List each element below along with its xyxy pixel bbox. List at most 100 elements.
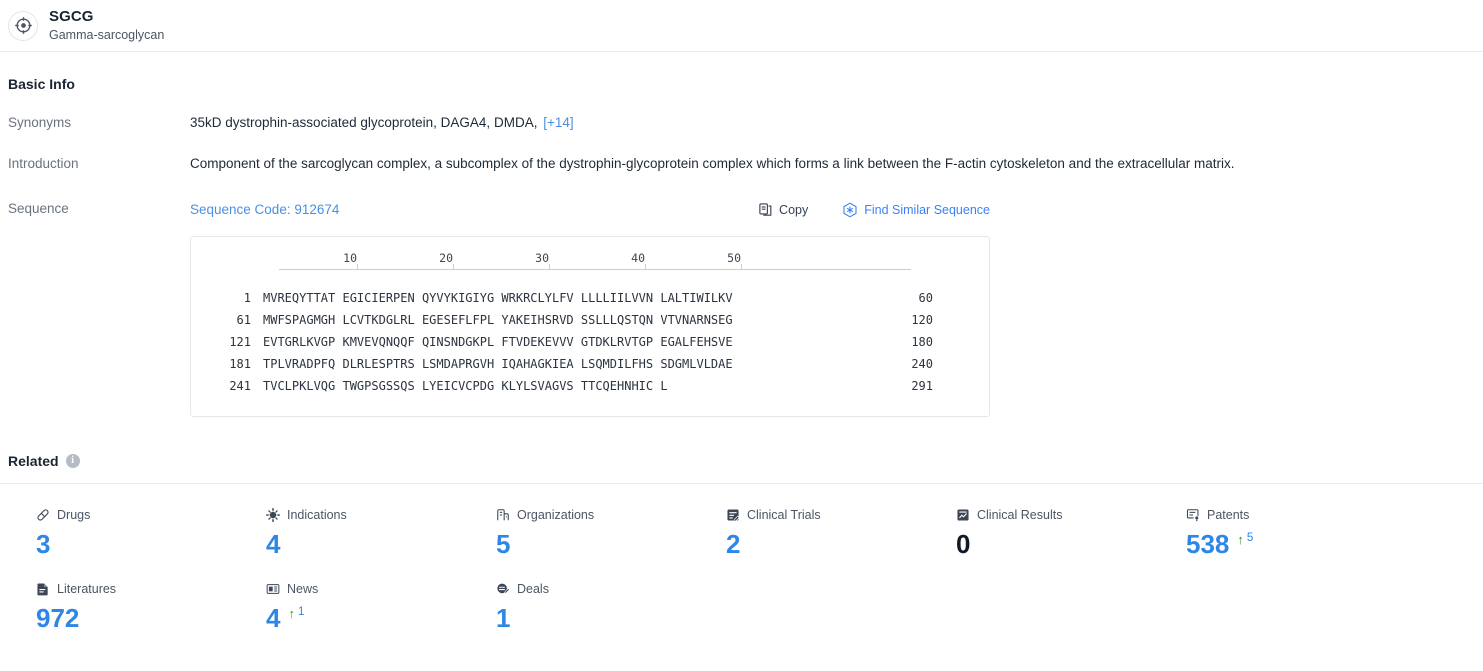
find-similar-sequence-button[interactable]: Find Similar Sequence [842, 202, 990, 218]
introduction-label: Introduction [8, 155, 79, 171]
sequence-line: 241 TVCLPKLVQG TWGPSGSSQS LYEICVCPDG KLY… [191, 379, 989, 401]
clinical-trials-icon [726, 508, 740, 522]
related-section: Related i Drugs 3 Indications 4 Organiza… [0, 453, 1483, 638]
ruler-line [279, 268, 911, 270]
card-value-row: 4 [266, 530, 496, 564]
card-label: Patents [1207, 507, 1250, 522]
sequence-end-index: 240 [911, 356, 933, 371]
find-similar-sequence-icon [842, 202, 858, 218]
sequence-line: 61 MWFSPAGMGH LCVTKDGLRL EGESEFLFPL YAKE… [191, 313, 989, 335]
sequence-start-index: 181 [229, 356, 251, 371]
delta-value: 1 [297, 605, 305, 618]
card-value: 3 [36, 528, 51, 559]
card-label: Deals [517, 581, 549, 596]
sequence-row: Sequence Sequence Code: 912674 Copy Find… [0, 200, 1483, 417]
sequence-box: 10 20 30 40 50 1 MVREQYTTAT EGICIERPEN Q… [190, 235, 990, 417]
card-head: Clinical Trials [726, 506, 956, 524]
basic-info-section: Basic Info Synonyms 35kD dystrophin-asso… [0, 52, 1483, 417]
related-card-literatures[interactable]: Literatures 972 [36, 580, 266, 638]
indications-virus-icon [266, 507, 280, 522]
sequence-toolbar: Sequence Code: 912674 Copy Find Similar … [190, 200, 990, 220]
page-title: SGCG [49, 8, 94, 26]
related-heading: Related [8, 452, 59, 469]
ruler-tick [549, 263, 550, 269]
card-label: Literatures [57, 581, 117, 596]
synonyms-more-link[interactable]: [+14] [543, 115, 573, 130]
card-head: Literatures [36, 580, 266, 598]
card-value: 1 [496, 602, 511, 633]
related-card-patents[interactable]: Patents 538 ↑ 5 [1186, 506, 1416, 564]
ruler-tick [645, 263, 646, 269]
related-card-clinical-trials[interactable]: Clinical Trials 2 [726, 506, 956, 564]
sequence-residues: MWFSPAGMGH LCVTKDGLRL EGESEFLFPL YAKEIHS… [263, 312, 733, 327]
card-value-row: 972 [36, 604, 266, 638]
card-value: 4 [266, 528, 281, 559]
related-grid: Drugs 3 Indications 4 Organizations 5 Cl… [0, 506, 1483, 638]
card-value-row: 1 [496, 604, 726, 638]
related-card-drugs[interactable]: Drugs 3 [36, 506, 266, 564]
ruler-tick-label: 30 [535, 250, 549, 265]
copy-icon [758, 202, 773, 217]
ruler-tick-label: 50 [727, 250, 741, 265]
organizations-icon [496, 508, 510, 522]
sequence-residues: TPLVRADPFQ DLRLESPTRS LSMDAPRGVH IQAHAGK… [263, 356, 733, 371]
card-value-row: 3 [36, 530, 266, 564]
page-header: SGCG Gamma-sarcoglycan [0, 0, 1483, 52]
ruler-tick-label: 10 [343, 250, 357, 265]
sequence-residues: TVCLPKLVQG TWGPSGSSQS LYEICVCPDG KLYLSVA… [263, 378, 668, 393]
card-head: News [266, 580, 496, 598]
sequence-code-link[interactable]: Sequence Code: 912674 [190, 202, 339, 217]
card-value: 972 [36, 602, 80, 633]
synonym-item: DMDA, [493, 115, 538, 130]
literatures-icon [36, 582, 50, 596]
introduction-row: Introduction Component of the sarcoglyca… [0, 155, 1483, 174]
sequence-start-index: 61 [236, 312, 251, 327]
clinical-results-icon [956, 508, 970, 522]
sequence-column: Sequence Code: 912674 Copy Find Similar … [190, 200, 990, 417]
info-icon[interactable]: i [65, 453, 80, 468]
sequence-residues: MVREQYTTAT EGICIERPEN QYVYKIGIYG WRKRCLY… [263, 290, 733, 305]
sequence-residues: EVTGRLKVGP KMVEVQNQQF QINSNDGKPL FTVDEKE… [263, 334, 733, 349]
card-value-row: 0 [956, 530, 1186, 564]
related-panel: Drugs 3 Indications 4 Organizations 5 Cl… [0, 482, 1483, 638]
drugs-pill-icon [36, 508, 50, 522]
ruler-tick [741, 263, 742, 269]
synonyms-label: Synonyms [8, 115, 72, 130]
target-crosshair-icon [8, 10, 38, 41]
sequence-end-index: 180 [911, 334, 933, 349]
card-value-row: 538 ↑ 5 [1186, 530, 1416, 564]
sequence-label: Sequence [8, 200, 69, 216]
sequence-end-index: 291 [911, 378, 933, 393]
sequence-end-index: 120 [911, 312, 933, 327]
card-label: Organizations [517, 507, 595, 522]
ruler-tick [357, 263, 358, 269]
sequence-end-index: 60 [918, 290, 933, 305]
card-label: Drugs [57, 507, 91, 522]
card-delta: ↑ 5 [1237, 531, 1253, 547]
related-card-clinical-results[interactable]: Clinical Results 0 [956, 506, 1186, 564]
sequence-line: 1 MVREQYTTAT EGICIERPEN QYVYKIGIYG WRKRC… [191, 291, 989, 313]
card-delta: ↑ 1 [288, 605, 305, 620]
related-card-news[interactable]: News 4 ↑ 1 [266, 580, 496, 638]
sequence-start-index: 241 [229, 378, 251, 393]
card-head: Clinical Results [956, 506, 1186, 524]
basic-info-heading: Basic Info [8, 76, 75, 92]
synonym-item: DAGA4, [440, 115, 491, 130]
sequence-start-index: 1 [243, 290, 251, 305]
deals-icon [496, 582, 510, 596]
patents-icon [1186, 508, 1200, 522]
card-label: Clinical Trials [747, 507, 821, 522]
synonyms-value: 35kD dystrophin-associated glycoprotein,… [190, 114, 574, 133]
related-card-indications[interactable]: Indications 4 [266, 506, 496, 564]
card-value: 2 [726, 528, 741, 559]
related-heading-row: Related i [8, 453, 1483, 469]
related-card-organizations[interactable]: Organizations 5 [496, 506, 726, 564]
related-card-deals[interactable]: Deals 1 [496, 580, 726, 638]
copy-button[interactable]: Copy [758, 202, 808, 217]
card-head: Indications [266, 506, 496, 524]
sequence-start-index: 121 [229, 334, 251, 349]
card-label: Indications [287, 507, 347, 522]
card-value-row: 2 [726, 530, 956, 564]
arrow-up-icon: ↑ [1237, 531, 1244, 547]
sequence-ruler: 10 20 30 40 50 [279, 251, 911, 281]
